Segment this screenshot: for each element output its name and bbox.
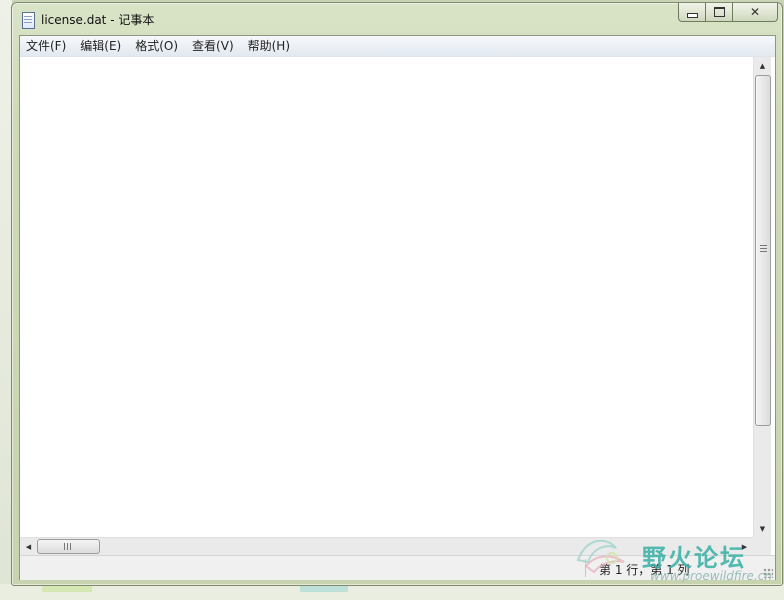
scroll-up-arrow-icon[interactable]: ▲ xyxy=(754,57,771,74)
close-icon: ✕ xyxy=(749,5,761,19)
maximize-icon xyxy=(713,7,725,17)
vertical-scroll-thumb[interactable] xyxy=(755,75,771,426)
grip-icon xyxy=(760,245,767,253)
client-area: 文件(F) 编辑(E) 格式(O) 查看(V) 帮助(H) ▲ ▼ ◀ ▶ 第 … xyxy=(19,35,776,580)
maximize-button[interactable] xyxy=(706,3,733,22)
notepad-app-icon[interactable] xyxy=(22,12,35,29)
watermark-title: 野火论坛 xyxy=(642,544,746,572)
watermark-url: www.proewildfire.cn xyxy=(650,569,772,583)
vertical-scrollbar[interactable]: ▲ ▼ xyxy=(753,57,771,537)
minimize-icon xyxy=(686,12,698,18)
background-taskbar-strip xyxy=(0,584,784,600)
scroll-left-arrow-icon[interactable]: ◀ xyxy=(20,538,37,555)
menu-file[interactable]: 文件(F) xyxy=(20,36,73,56)
close-button[interactable]: ✕ xyxy=(733,3,778,22)
scroll-down-arrow-icon[interactable]: ▼ xyxy=(754,520,771,537)
minimize-button[interactable] xyxy=(678,3,706,22)
window-title: license.dat - 记事本 xyxy=(41,13,155,27)
watermark-bird-logo xyxy=(576,539,625,574)
menu-help[interactable]: 帮助(H) xyxy=(241,36,297,56)
menu-format[interactable]: 格式(O) xyxy=(128,36,185,56)
text-editor[interactable] xyxy=(20,57,753,537)
menu-edit[interactable]: 编辑(E) xyxy=(73,36,128,56)
notepad-window: license.dat - 记事本 ✕ 文件(F) 编辑(E) 格式(O) 查看… xyxy=(11,2,783,586)
menu-view[interactable]: 查看(V) xyxy=(185,36,241,56)
grip-icon xyxy=(64,543,72,550)
title-bar[interactable]: license.dat - 记事本 ✕ xyxy=(12,3,782,35)
horizontal-scroll-thumb[interactable] xyxy=(37,539,100,554)
scrollbar-corner xyxy=(753,537,771,555)
menu-bar: 文件(F) 编辑(E) 格式(O) 查看(V) 帮助(H) xyxy=(20,36,775,57)
caption-buttons: ✕ xyxy=(678,3,778,23)
